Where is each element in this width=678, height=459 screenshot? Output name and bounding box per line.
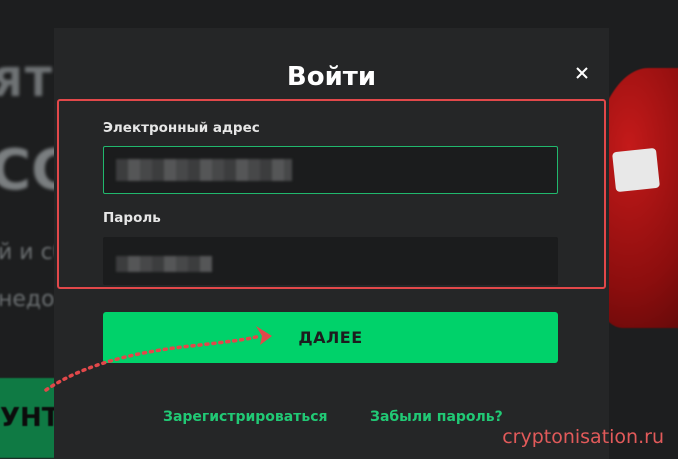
email-label: Электронный адрес bbox=[103, 120, 260, 136]
email-field[interactable] bbox=[103, 146, 558, 194]
background-illustration-detail bbox=[612, 147, 660, 193]
register-link[interactable]: Зарегистрироваться bbox=[163, 409, 327, 425]
background-text: недо bbox=[0, 287, 55, 312]
email-value-blurred bbox=[116, 159, 292, 181]
background-heading: ЯТ bbox=[0, 60, 55, 106]
login-modal: Войти Электронный адрес Пароль ДАЛЕЕ Зар… bbox=[54, 28, 609, 459]
next-button[interactable]: ДАЛЕЕ bbox=[103, 312, 558, 363]
close-icon[interactable] bbox=[573, 64, 591, 82]
modal-title: Войти bbox=[286, 62, 377, 92]
password-field[interactable] bbox=[103, 237, 558, 285]
forgot-password-link[interactable]: Забыли пароль? bbox=[370, 409, 503, 425]
password-label: Пароль bbox=[103, 210, 161, 226]
password-value-blurred bbox=[116, 256, 212, 272]
